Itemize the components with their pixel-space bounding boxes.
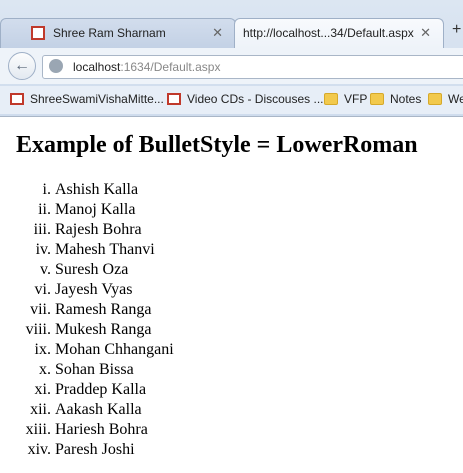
bookmark-folder[interactable]: VFP <box>324 92 367 106</box>
tab-title: http://localhost...34/Default.aspx <box>243 26 414 40</box>
bookmark-label: ShreeSwamiVishaMitte... <box>30 92 164 106</box>
folder-icon <box>324 93 338 105</box>
list-item-text: Praddep Kalla <box>55 381 147 398</box>
list-item-text: Mahesh Thanvi <box>55 241 155 258</box>
bookmarks-bar: ShreeSwamiVishaMitte... Video CDs - Disc… <box>0 86 463 114</box>
list-item-number: vii. <box>30 301 51 318</box>
folder-icon <box>370 93 384 105</box>
page-heading: Example of BulletStyle = LowerRoman <box>16 132 418 158</box>
bookmark-item[interactable]: Video CDs - Discouses ... <box>167 92 324 106</box>
page-icon <box>10 93 24 105</box>
list-item-text: Suresh Oza <box>55 261 129 278</box>
browser-chrome: Shree Ram Sharnam ✕ http://localhost...3… <box>0 0 463 117</box>
list-item-number: iii. <box>33 221 51 238</box>
list-item-text: Mohan Chhangani <box>55 341 174 358</box>
bookmark-label: We <box>448 92 463 106</box>
list-item-text: Mukesh Ranga <box>55 321 152 338</box>
bookmark-label: Notes <box>390 92 422 106</box>
list-item-number: vi. <box>34 281 51 298</box>
back-button[interactable]: ← <box>8 52 36 80</box>
list-item-text: Sohan Bissa <box>55 361 134 378</box>
list-item-number: xiv. <box>27 441 51 458</box>
list-item-text: Hariesh Bohra <box>55 421 148 438</box>
tab-default-aspx[interactable]: http://localhost...34/Default.aspx ✕ <box>234 18 444 48</box>
tab-title: Shree Ram Sharnam <box>53 26 166 40</box>
list-item-number: xiii. <box>25 421 51 438</box>
tab-bar: Shree Ram Sharnam ✕ http://localhost...3… <box>0 0 463 48</box>
list-item-number: ix. <box>34 341 51 358</box>
list-item-text: Paresh Joshi <box>55 441 135 458</box>
bookmark-folder[interactable]: Notes <box>370 92 421 106</box>
list-item-text: Manoj Kalla <box>55 201 136 218</box>
globe-icon <box>49 59 63 73</box>
url-text: localhost:1634/Default.aspx <box>73 60 220 74</box>
list-item-number: xii. <box>30 401 51 418</box>
navigation-bar: ← localhost:1634/Default.aspx <box>0 48 463 84</box>
list-item-number: viii. <box>25 321 51 338</box>
list-item-text: Rajesh Bohra <box>55 221 142 238</box>
list-item-number: v. <box>40 261 51 278</box>
close-icon[interactable]: ✕ <box>420 25 431 41</box>
bookmark-item[interactable]: ShreeSwamiVishaMitte... <box>10 92 164 106</box>
list-item-number: i. <box>42 181 51 198</box>
list-item-text: Aakash Kalla <box>55 401 142 418</box>
back-arrow-icon: ← <box>14 57 30 74</box>
bookmark-label: VFP <box>344 92 368 106</box>
list-item-number: iv. <box>35 241 51 258</box>
close-icon[interactable]: ✕ <box>212 25 223 41</box>
tab-shree-ram-sharnam[interactable]: Shree Ram Sharnam ✕ <box>0 18 236 48</box>
list-item-text: Ashish Kalla <box>55 181 139 198</box>
page-icon <box>167 93 181 105</box>
list-item-text: Jayesh Vyas <box>55 281 133 298</box>
url-host: localhost <box>73 60 121 74</box>
folder-icon <box>428 93 442 105</box>
bookmark-folder[interactable]: We <box>428 92 463 106</box>
bookmark-label: Video CDs - Discouses ... <box>187 92 324 106</box>
list-item-number: x. <box>39 361 51 378</box>
list-item-text: Ramesh Ranga <box>55 301 152 318</box>
list-item-number: ii. <box>38 201 51 218</box>
page-icon <box>31 26 45 40</box>
address-bar[interactable]: localhost:1634/Default.aspx <box>42 55 463 79</box>
new-tab-button[interactable]: + <box>452 21 461 39</box>
url-path: :1634/Default.aspx <box>120 60 221 74</box>
list-item-number: xi. <box>34 381 51 398</box>
